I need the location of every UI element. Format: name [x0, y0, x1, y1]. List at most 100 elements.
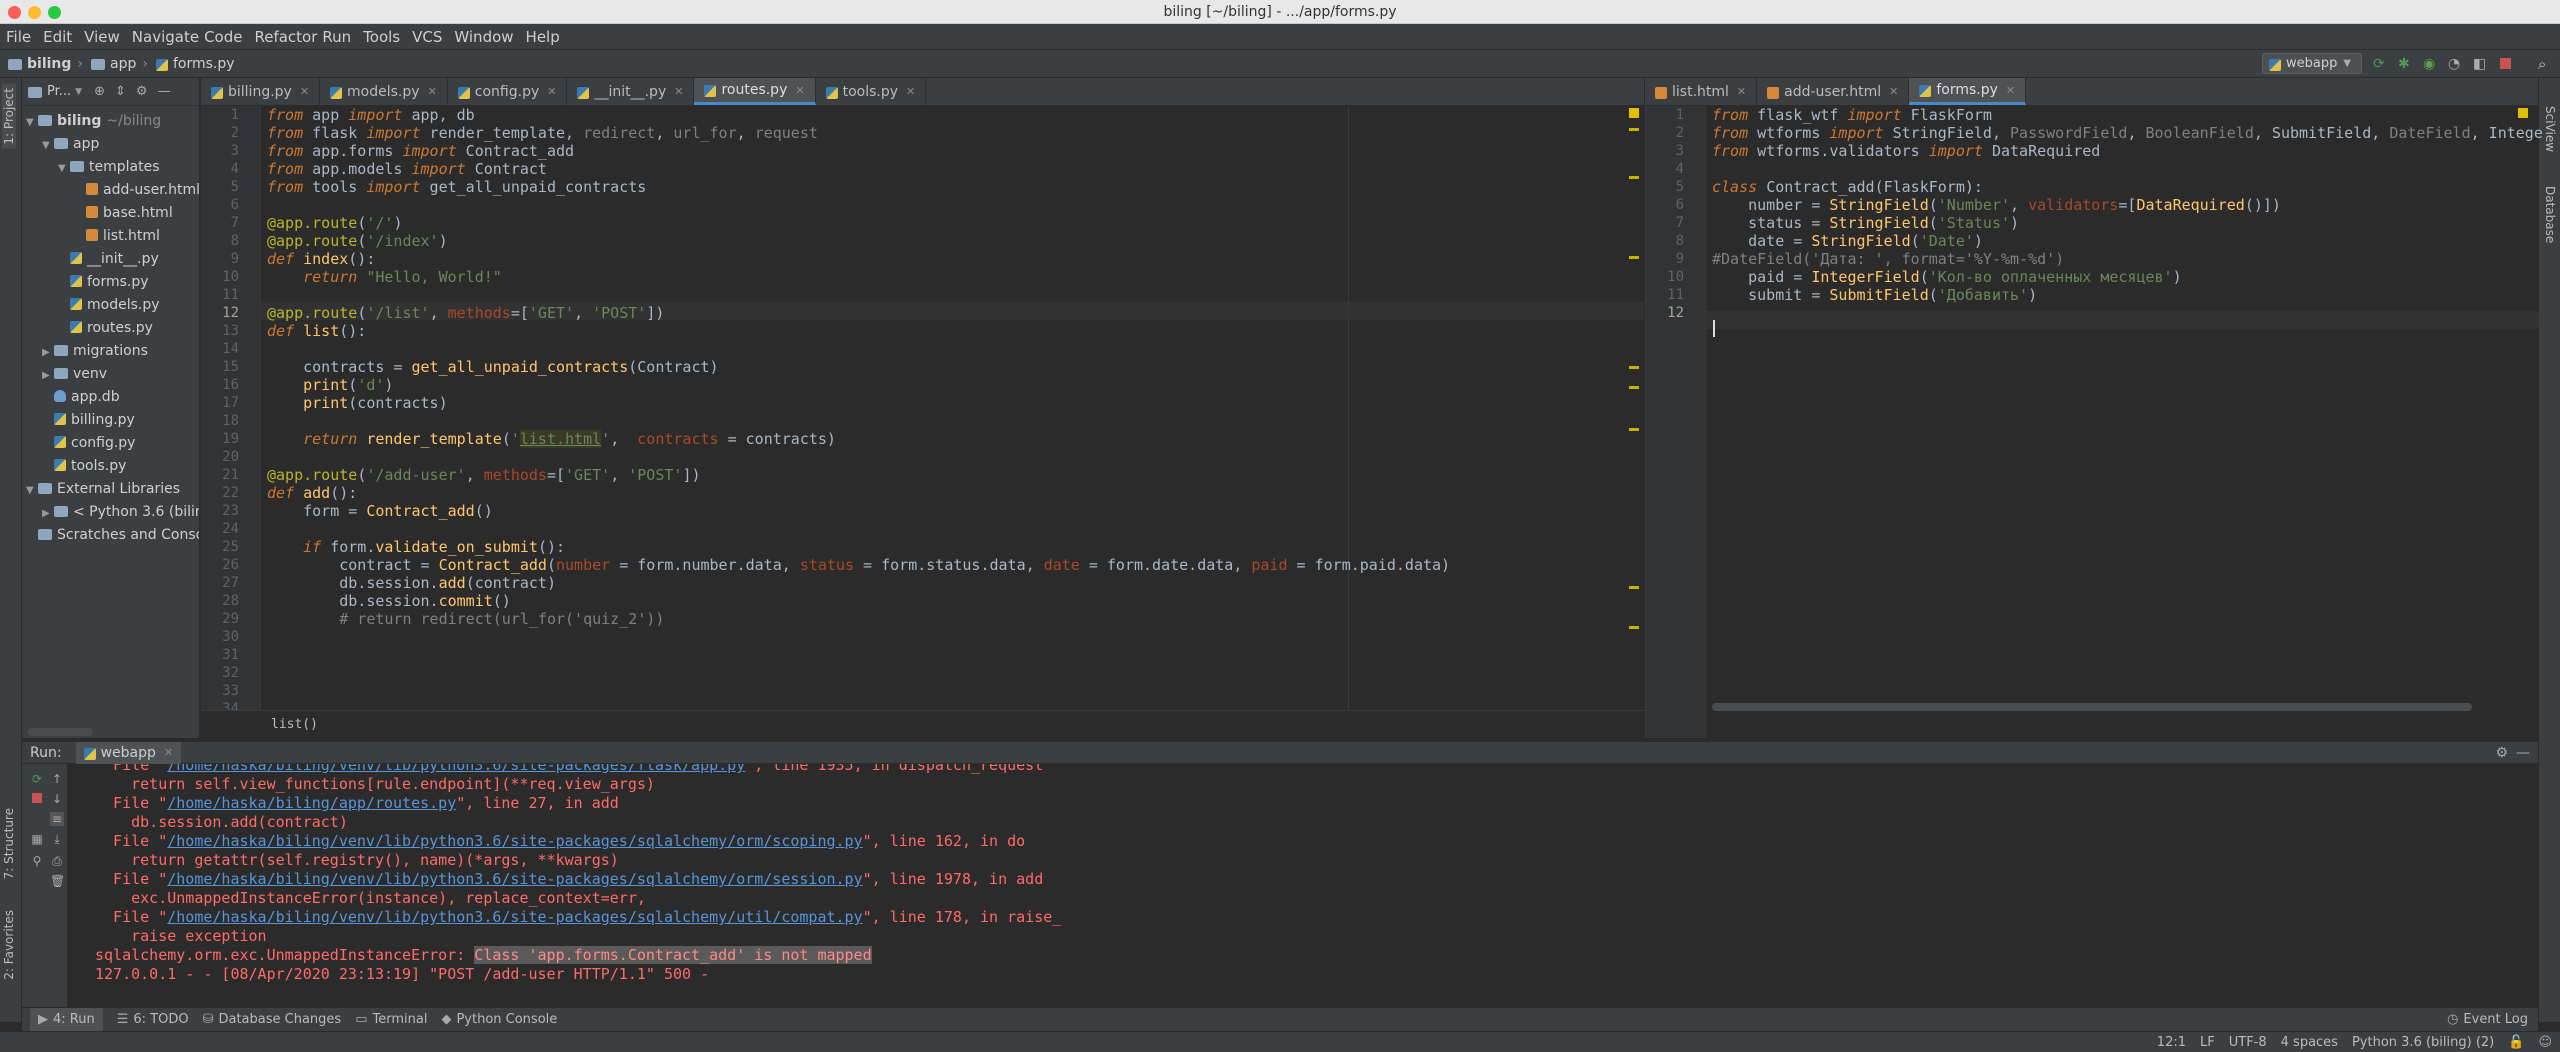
- right-editor-scrollbar[interactable]: [1712, 703, 2472, 711]
- close-icon[interactable]: ✕: [795, 84, 804, 97]
- minimize-window-button[interactable]: [28, 6, 41, 19]
- error-stripe-mark[interactable]: [1629, 256, 1639, 259]
- editor-tab[interactable]: __init__.py ✕: [567, 78, 695, 105]
- close-window-button[interactable]: [8, 6, 21, 19]
- inspection-warning-icon[interactable]: [2518, 108, 2528, 118]
- tree-item[interactable]: routes.py: [58, 317, 153, 339]
- editor-tab[interactable]: models.py ✕: [320, 78, 448, 105]
- line-separator[interactable]: LF: [2200, 1035, 2215, 1050]
- close-icon[interactable]: ✕: [1889, 85, 1898, 98]
- breadcrumb-folder[interactable]: app ›: [91, 56, 148, 72]
- stop-icon[interactable]: [2500, 58, 2511, 69]
- scroll-to-end-icon[interactable]: ⤓: [50, 832, 64, 846]
- tree-item[interactable]: ▶ migrations: [42, 340, 148, 362]
- collapse-icon[interactable]: ⇕: [115, 84, 126, 99]
- maximize-window-button[interactable]: [48, 6, 61, 19]
- tree-item[interactable]: ▼ templates: [58, 156, 160, 178]
- python-console-tool-button[interactable]: ◆ Python Console: [441, 1012, 557, 1027]
- editor-tab[interactable]: config.py ✕: [448, 78, 568, 105]
- tree-item[interactable]: add-user.html: [74, 179, 199, 201]
- menu-vcs[interactable]: VCS: [412, 28, 442, 46]
- menu-help[interactable]: Help: [526, 28, 560, 46]
- menu-refactor[interactable]: Refactor: [254, 28, 317, 46]
- editor-tab[interactable]: add-user.html ✕: [1757, 78, 1910, 105]
- close-icon[interactable]: ✕: [428, 85, 437, 98]
- error-stripe-mark[interactable]: [1629, 366, 1639, 369]
- collapsed-arrow-icon[interactable]: ▶: [42, 342, 54, 364]
- hide-icon[interactable]: —: [2516, 745, 2530, 761]
- editor-tab[interactable]: list.html ✕: [1645, 78, 1758, 105]
- event-log-button[interactable]: ◷ Event Log: [2447, 1012, 2528, 1027]
- console-file-link[interactable]: /home/haska/biling/venv/lib/python3.6/si…: [167, 764, 745, 774]
- tree-item[interactable]: __init__.py: [58, 248, 159, 270]
- search-icon[interactable]: ⌕: [2538, 55, 2546, 73]
- collapsed-arrow-icon[interactable]: ▶: [42, 503, 54, 525]
- project-scrollbar[interactable]: [28, 728, 93, 736]
- profile-icon[interactable]: ◔: [2448, 56, 2460, 72]
- arrow-up-icon[interactable]: ↑: [50, 772, 64, 786]
- tree-item[interactable]: list.html: [74, 225, 160, 247]
- python-interpreter[interactable]: Python 3.6 (biling) (2): [2352, 1035, 2494, 1050]
- tree-item[interactable]: models.py: [58, 294, 160, 316]
- editor-tab[interactable]: billing.py ✕: [201, 78, 321, 105]
- left-editor[interactable]: 1 2 3 4 5 6 7 8 9 10 11 12 13 14 15 16 17 18 19 20 21 22 23 24 2…: [201, 106, 1644, 717]
- rerun-icon[interactable]: ⟳: [30, 772, 44, 786]
- close-icon[interactable]: ✕: [906, 85, 915, 98]
- file-encoding[interactable]: UTF-8: [2229, 1035, 2267, 1050]
- tree-item[interactable]: ▼ app: [42, 133, 99, 155]
- menu-run[interactable]: Run: [322, 28, 351, 46]
- soft-wrap-icon[interactable]: ≡: [50, 812, 64, 826]
- editor-breadcrumb[interactable]: list(): [271, 717, 318, 732]
- debug-icon[interactable]: ✱: [2398, 56, 2410, 72]
- close-icon[interactable]: ✕: [300, 85, 309, 98]
- breadcrumb-file[interactable]: forms.py: [155, 56, 235, 72]
- error-stripe-mark[interactable]: [1629, 428, 1639, 431]
- trash-icon[interactable]: 🗑: [50, 874, 65, 888]
- close-icon[interactable]: ✕: [674, 85, 683, 98]
- tree-item[interactable]: tools.py: [42, 455, 126, 477]
- tree-item[interactable]: billing.py: [42, 409, 135, 431]
- breadcrumb-project[interactable]: biling ›: [8, 56, 83, 72]
- close-icon[interactable]: ✕: [547, 85, 556, 98]
- tree-item[interactable]: ▼ External Libraries: [26, 478, 180, 500]
- console-file-link[interactable]: /home/haska/biling/venv/lib/python3.6/si…: [167, 832, 862, 850]
- tree-item[interactable]: config.py: [42, 432, 135, 454]
- indent-setting[interactable]: 4 spaces: [2281, 1035, 2338, 1050]
- close-icon[interactable]: ✕: [1737, 85, 1746, 98]
- editor-tab[interactable]: routes.py ✕: [694, 78, 816, 105]
- expanded-arrow-icon[interactable]: ▼: [42, 135, 54, 157]
- terminal-tool-button[interactable]: ▭ Terminal: [355, 1012, 427, 1027]
- close-icon[interactable]: ✕: [2006, 84, 2015, 97]
- menu-edit[interactable]: Edit: [43, 28, 72, 46]
- layout-icon[interactable]: ▦: [30, 832, 44, 846]
- menu-view[interactable]: View: [84, 28, 120, 46]
- tree-item[interactable]: forms.py: [58, 271, 149, 293]
- menu-window[interactable]: Window: [454, 28, 513, 46]
- error-stripe-mark[interactable]: [1629, 128, 1639, 131]
- todo-tool-button[interactable]: ☰ 6: TODO: [117, 1012, 189, 1027]
- tree-item[interactable]: ▼ biling ~/biling: [26, 110, 161, 132]
- sciview-tool-tab[interactable]: SciView: [2543, 106, 2557, 152]
- editor-tab[interactable]: forms.py ✕: [1909, 78, 2027, 105]
- caret-position[interactable]: 12:1: [2157, 1035, 2186, 1050]
- expanded-arrow-icon[interactable]: ▼: [26, 480, 38, 502]
- project-view-selector[interactable]: Pr...: [47, 84, 71, 99]
- locate-icon[interactable]: ⊕: [94, 84, 105, 99]
- tree-item[interactable]: base.html: [74, 202, 173, 224]
- hide-icon[interactable]: —: [158, 84, 171, 99]
- expanded-arrow-icon[interactable]: ▼: [58, 158, 70, 180]
- right-editor[interactable]: 1 2 3 4 5 6 7 8 9 10 11 12 from flask_wtf import Fl…: [1645, 106, 2543, 738]
- expanded-arrow-icon[interactable]: ▼: [26, 112, 38, 134]
- console-file-link[interactable]: /home/haska/biling/venv/lib/python3.6/si…: [167, 908, 862, 926]
- lock-icon[interactable]: 🔓: [2508, 1035, 2524, 1050]
- run-console-output[interactable]: File "/home/haska/biling/venv/lib/python…: [68, 764, 2538, 1007]
- database-tool-tab[interactable]: Database: [2543, 186, 2557, 243]
- favorites-tool-tab[interactable]: 2: Favorites: [2, 910, 16, 980]
- menu-code[interactable]: Code: [204, 28, 242, 46]
- error-stripe-mark[interactable]: [1629, 586, 1639, 589]
- gear-icon[interactable]: ⚙: [2495, 745, 2508, 761]
- error-stripe-mark[interactable]: [1629, 626, 1639, 629]
- menu-navigate[interactable]: Navigate: [132, 28, 199, 46]
- gear-icon[interactable]: ⚙: [136, 84, 148, 99]
- concurrency-icon[interactable]: ◧: [2473, 56, 2486, 72]
